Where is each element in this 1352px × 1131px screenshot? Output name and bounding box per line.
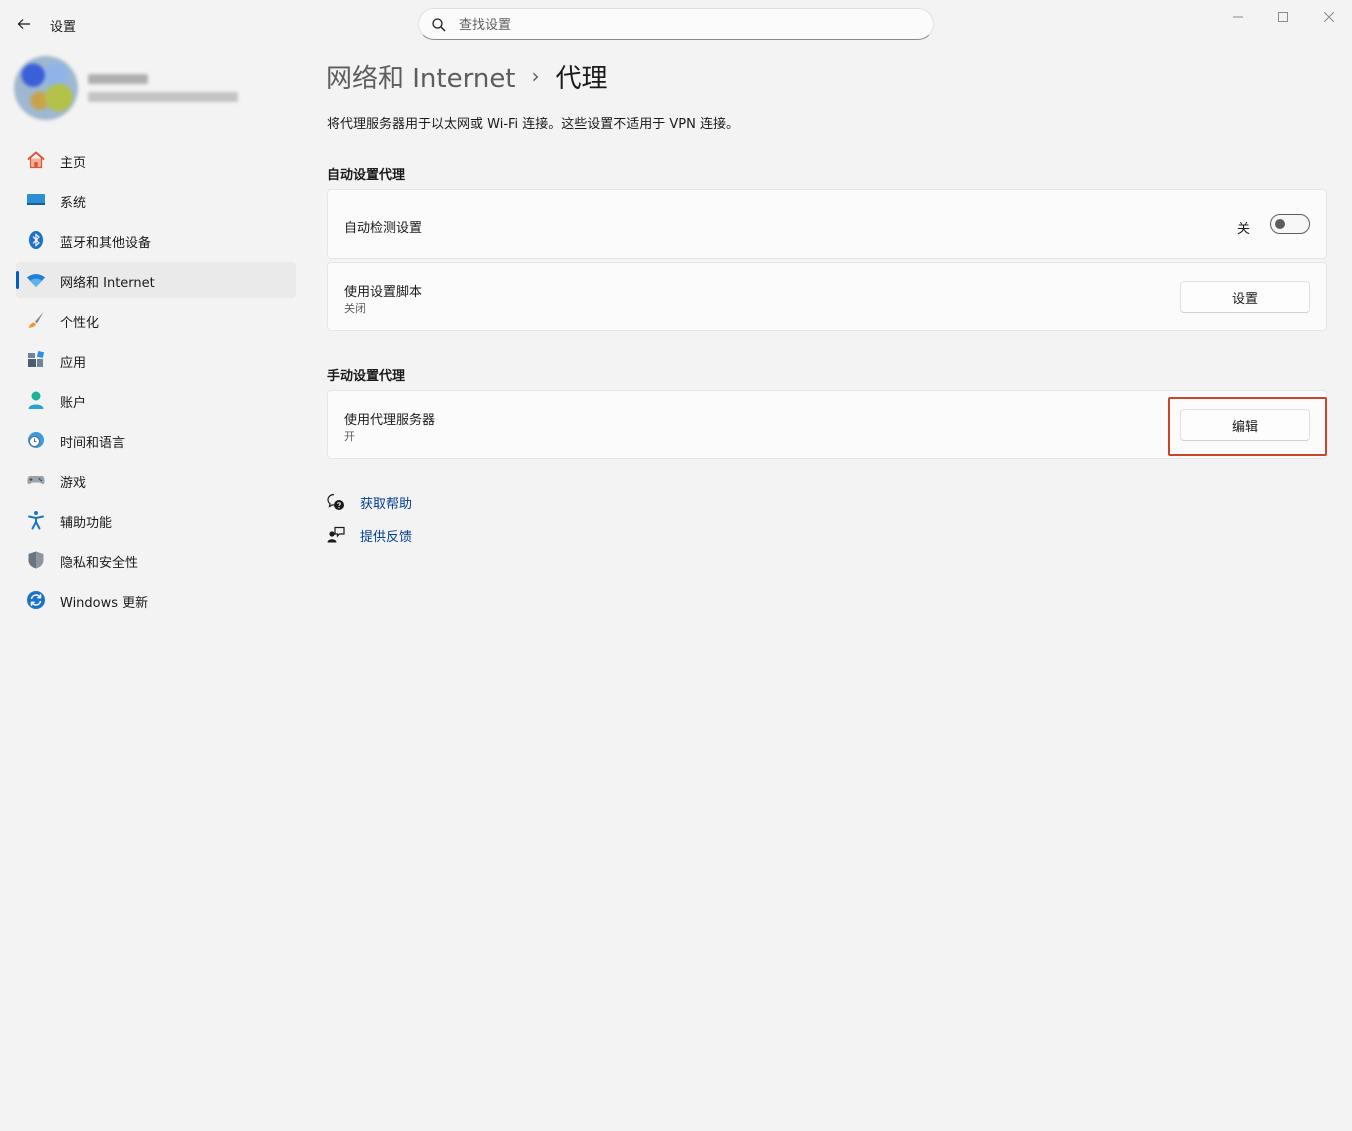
sidebar-item-gaming[interactable]: 游戏 xyxy=(16,462,296,498)
sidebar-item-accounts[interactable]: 账户 xyxy=(16,382,296,418)
gamepad-icon xyxy=(26,470,46,490)
sidebar-item-privacy[interactable]: 隐私和安全性 xyxy=(16,542,296,578)
section-title-auto: 自动设置代理 xyxy=(327,168,406,183)
wifi-icon xyxy=(26,270,46,290)
manual-proxy-title: 使用代理服务器 xyxy=(344,413,436,428)
auto-detect-title: 自动检测设置 xyxy=(344,221,423,236)
sidebar-item-accessibility[interactable]: 辅助功能 xyxy=(16,502,296,538)
sidebar-item-system[interactable]: 系统 xyxy=(16,182,296,218)
globe-clock-icon xyxy=(26,430,46,450)
feedback-person-icon xyxy=(327,526,345,544)
search-icon xyxy=(432,18,446,32)
close-button[interactable] xyxy=(1315,6,1343,28)
sidebar-item-network[interactable]: 网络和 Internet xyxy=(16,262,296,298)
search-box[interactable] xyxy=(418,8,934,40)
feedback-link[interactable]: 提供反馈 xyxy=(360,526,412,545)
feedback-row[interactable]: 提供反馈 xyxy=(327,525,412,545)
app-title: 设置 xyxy=(50,20,77,35)
sidebar-item-bluetooth[interactable]: 蓝牙和其他设备 xyxy=(16,222,296,258)
help-chat-icon xyxy=(327,493,345,511)
auto-detect-toggle-label: 关 xyxy=(1236,222,1250,237)
back-button[interactable] xyxy=(12,12,36,36)
sidebar-item-home[interactable]: 主页 xyxy=(16,142,296,178)
accessibility-icon xyxy=(26,510,46,530)
sidebar-item-label: Windows 更新 xyxy=(60,596,149,611)
maximize-button[interactable] xyxy=(1269,6,1297,28)
sidebar-item-label: 应用 xyxy=(60,356,87,371)
profile-name-redacted xyxy=(88,74,148,84)
sidebar-item-label: 隐私和安全性 xyxy=(60,556,139,571)
brush-icon xyxy=(26,310,46,330)
breadcrumb-parent[interactable]: 网络和 Internet xyxy=(326,58,516,95)
manual-proxy-status: 开 xyxy=(344,430,355,443)
get-help-link[interactable]: 获取帮助 xyxy=(360,493,412,512)
minimize-button[interactable] xyxy=(1224,6,1252,28)
search-input[interactable] xyxy=(459,15,919,35)
sidebar-item-label: 时间和语言 xyxy=(60,436,126,451)
setup-script-title: 使用设置脚本 xyxy=(344,285,423,300)
bluetooth-icon xyxy=(26,230,46,250)
setup-script-card: 使用设置脚本 关闭 设置 xyxy=(327,262,1327,331)
profile-email-redacted xyxy=(88,92,238,102)
maximize-icon xyxy=(1278,12,1288,22)
setup-script-status: 关闭 xyxy=(344,302,366,315)
sidebar-nav: 主页 系统 蓝牙和其他设备 网络和 Internet 个性化 应用 账户 时间和… xyxy=(16,142,296,622)
sidebar-item-label: 网络和 Internet xyxy=(60,276,155,291)
sidebar-item-time-language[interactable]: 时间和语言 xyxy=(16,422,296,458)
breadcrumb: 网络和 Internet › 代理 xyxy=(326,58,608,94)
sidebar-item-label: 蓝牙和其他设备 xyxy=(60,236,152,251)
page-description: 将代理服务器用于以太网或 Wi-Fi 连接。这些设置不适用于 VPN 连接。 xyxy=(327,117,740,132)
system-icon xyxy=(26,190,46,210)
get-help-row[interactable]: 获取帮助 xyxy=(327,492,412,512)
edit-proxy-button[interactable]: 编辑 xyxy=(1180,409,1310,441)
account-icon xyxy=(26,390,46,410)
minimize-icon xyxy=(1233,16,1243,18)
sidebar-item-label: 游戏 xyxy=(60,476,87,491)
title-bar: 设置 xyxy=(0,0,1352,48)
page-title: 代理 xyxy=(555,63,608,94)
sidebar-item-label: 个性化 xyxy=(60,316,100,331)
sidebar-item-apps[interactable]: 应用 xyxy=(16,342,296,378)
apps-icon xyxy=(26,350,46,370)
auto-detect-card: 自动检测设置 关 xyxy=(327,189,1327,259)
section-title-manual: 手动设置代理 xyxy=(327,369,406,384)
auto-detect-toggle[interactable] xyxy=(1270,214,1310,234)
sidebar-item-label: 辅助功能 xyxy=(60,516,113,531)
sidebar-item-personalization[interactable]: 个性化 xyxy=(16,302,296,338)
shield-icon xyxy=(26,550,46,570)
sidebar-item-label: 账户 xyxy=(60,396,87,411)
sidebar-item-label: 系统 xyxy=(60,196,87,211)
update-icon xyxy=(26,590,46,610)
avatar[interactable] xyxy=(14,56,78,120)
breadcrumb-separator: › xyxy=(531,64,540,88)
manual-proxy-card: 使用代理服务器 开 编辑 xyxy=(327,390,1327,459)
close-icon xyxy=(1324,12,1334,22)
home-icon xyxy=(26,150,46,170)
setup-script-button[interactable]: 设置 xyxy=(1180,281,1310,313)
toggle-knob xyxy=(1275,219,1285,229)
back-arrow-icon xyxy=(17,19,30,29)
sidebar-item-windows-update[interactable]: Windows 更新 xyxy=(16,582,296,618)
sidebar-item-label: 主页 xyxy=(60,156,87,171)
